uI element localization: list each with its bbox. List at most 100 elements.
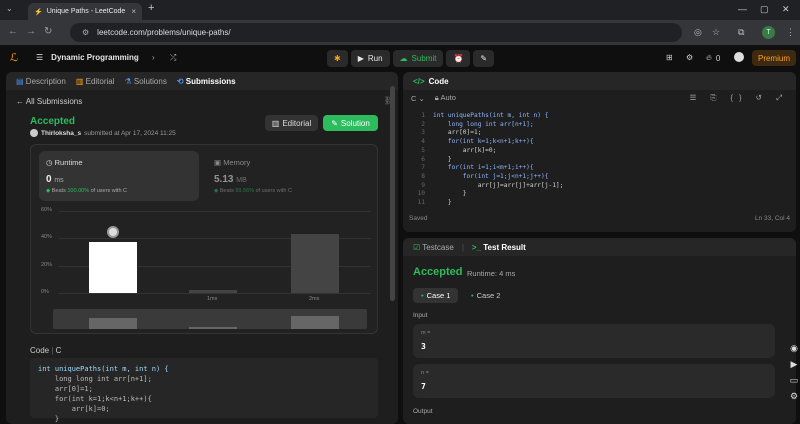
input-label: Input xyxy=(413,312,428,319)
auto-mode[interactable]: 🔒︎ Auto xyxy=(435,93,456,103)
tab-test-result[interactable]: >_ Test Result xyxy=(472,243,526,252)
fire-icon: 🔥︎ xyxy=(706,53,712,62)
line-number: 6 xyxy=(421,155,425,163)
gear-icon[interactable]: ⚙ xyxy=(788,388,800,404)
tab-search-icon[interactable]: ⌄ xyxy=(6,4,13,13)
new-tab-button[interactable]: + xyxy=(148,2,154,14)
tab-title: Unique Paths - LeetCode xyxy=(46,8,126,15)
url-text: leetcode.com/problems/unique-paths/ xyxy=(97,28,231,37)
reload-icon[interactable]: ↻ xyxy=(44,26,52,37)
solution-button[interactable]: ✎ Solution xyxy=(323,115,378,131)
left-scrollbar[interactable] xyxy=(390,86,395,301)
timer-button[interactable]: ⏰ xyxy=(446,50,471,67)
code-panel: </> Code C ⌄ 🔒︎ Auto ☰ ⎘ {} ↺ ⤢ 1 int uniq… xyxy=(403,72,796,232)
runtime-bar[interactable] xyxy=(189,290,237,293)
output-label: Output xyxy=(413,408,433,415)
tab-testcase[interactable]: ☑ Testcase xyxy=(413,243,454,252)
memory-card[interactable]: ▣ Memory 5.13 MB ◆ Beats 99.56% of users… xyxy=(207,151,367,201)
language-select[interactable]: C ⌄ xyxy=(411,94,425,103)
username[interactable]: Thirloksha_s xyxy=(41,130,81,137)
browser-tab[interactable]: ⚡ Unique Paths - LeetCode × xyxy=(28,3,142,20)
notes-button[interactable]: ✎ xyxy=(473,50,495,67)
shuffle-icon[interactable]: ⤮ xyxy=(170,53,176,63)
code-line: arr[k]=0; xyxy=(433,146,497,154)
problem-list-title: Dynamic Programming xyxy=(51,53,139,62)
cursor-position: Ln 33, Col 4 xyxy=(754,215,790,222)
code-line: int uniquePaths(int m, int n) { xyxy=(38,365,169,373)
runtime-card[interactable]: ◷ Runtime 0 ms ◆ Beats 100.00% of users … xyxy=(39,151,199,201)
browser-menu-icon[interactable]: ⋮ xyxy=(786,27,795,38)
bookmark-star-icon[interactable]: ☆ xyxy=(712,27,720,38)
maximize-icon[interactable]: ▢ xyxy=(760,4,769,15)
tab-solutions[interactable]: ⚗ Solutions xyxy=(125,77,167,86)
x-tick-label: 1ms xyxy=(207,296,218,302)
line-number: 8 xyxy=(421,172,425,180)
runtime-bar[interactable] xyxy=(291,234,339,293)
n-label: n = xyxy=(421,370,429,376)
grid-line xyxy=(59,293,371,294)
n-value: 7 xyxy=(421,382,426,391)
memory-beats: ◆ Beats 99.56% of users with C xyxy=(214,188,292,194)
tab-description[interactable]: ▤ Description xyxy=(16,77,66,86)
submitted-code[interactable]: int uniquePaths(int m, int n) { long lon… xyxy=(30,358,378,423)
code-line: } xyxy=(433,155,452,163)
browser-toolbar: ← → ↻ ⚙ leetcode.com/problems/unique-pat… xyxy=(0,20,800,46)
overview-bar xyxy=(291,316,339,329)
result-runtime: Runtime: 4 ms xyxy=(467,269,516,278)
case-2-button[interactable]: • Case 2 xyxy=(463,288,508,303)
close-window-icon[interactable]: ✕ xyxy=(782,4,790,15)
runtime-beats: ◆ Beats 100.00% of users with C xyxy=(46,188,127,194)
editorial-button[interactable]: ▥ Editorial xyxy=(265,115,318,131)
tab-editorial[interactable]: ▥ Editorial xyxy=(76,77,115,86)
all-submissions-link[interactable]: ← All Submissions xyxy=(16,97,82,106)
leetcode-logo-icon[interactable]: ℒ xyxy=(10,51,18,64)
user-avatar-small xyxy=(30,129,38,137)
settings-gear-icon[interactable]: ⚙ xyxy=(686,53,693,62)
code-line: arr[k]=0; xyxy=(38,405,110,413)
code-line: arr[j]=arr[j]+arr[j-1]; xyxy=(433,181,564,189)
input-n-box: n = 7 xyxy=(413,364,775,398)
your-submission-marker xyxy=(107,226,119,239)
stats-box: ◷ Runtime 0 ms ◆ Beats 100.00% of users … xyxy=(30,144,378,334)
minimize-icon[interactable]: — xyxy=(738,4,747,14)
screen-icon[interactable]: ▭ xyxy=(788,372,800,388)
streak-counter[interactable]: 🔥︎ 0 xyxy=(706,53,720,63)
result-tabs: ☑ Testcase | >_ Test Result xyxy=(403,238,796,256)
prev-problem-icon[interactable]: ‹ xyxy=(136,53,139,62)
eye-off-icon[interactable]: ◎ xyxy=(694,27,702,38)
user-avatar[interactable] xyxy=(734,52,744,62)
code-panel-header: </> Code xyxy=(403,72,796,90)
profile-avatar[interactable]: T xyxy=(762,26,775,39)
extensions-icon[interactable]: ⧉ xyxy=(738,27,744,38)
video-icon[interactable]: ▶ xyxy=(788,356,800,372)
code-line: } xyxy=(433,190,467,198)
line-number: 4 xyxy=(421,138,425,146)
runtime-bar[interactable] xyxy=(89,242,137,293)
book-icon: ▥ xyxy=(271,118,280,128)
site-info-icon[interactable]: ⚙ xyxy=(82,28,89,37)
problem-list-button[interactable]: ☰ Dynamic Programming xyxy=(36,53,139,62)
back-icon[interactable]: ← xyxy=(8,26,18,37)
forward-icon[interactable]: → xyxy=(26,26,36,37)
editor-actions[interactable]: ☰ ⎘ {} ↺ ⤢ xyxy=(690,93,788,103)
close-tab-icon[interactable]: × xyxy=(131,7,136,16)
y-tick-label: 60% xyxy=(41,207,53,213)
run-button[interactable]: ▶ Run xyxy=(350,50,390,67)
premium-button[interactable]: Premium xyxy=(752,50,796,66)
debug-button[interactable]: ✱ xyxy=(327,50,348,67)
memory-value: 5.13 xyxy=(214,174,234,185)
overview-bar xyxy=(189,327,237,329)
saved-status: Saved xyxy=(409,215,428,222)
layout-icon[interactable]: ⊞ xyxy=(666,53,673,62)
next-problem-icon[interactable]: › xyxy=(152,53,155,62)
submit-button[interactable]: ☁ Submit xyxy=(392,50,444,67)
leetcode-favicon-icon: ⚡ xyxy=(34,8,43,16)
edit-icon: ✎ xyxy=(331,118,338,128)
case-1-button[interactable]: • Case 1 xyxy=(413,288,459,303)
camera-icon[interactable]: ◉ xyxy=(788,340,800,356)
code-line: for(int i=1;i<m+1;i++){ xyxy=(433,164,534,172)
code-editor[interactable]: 1 int uniquePaths(int m, int n) {2 long l… xyxy=(403,110,795,210)
left-panel: ▤ Description ▥ Editorial ⚗ Solutions ⟲ … xyxy=(6,72,398,424)
address-bar[interactable]: ⚙ leetcode.com/problems/unique-paths/ xyxy=(70,23,682,42)
tab-submissions[interactable]: ⟲ Submissions xyxy=(177,77,236,86)
